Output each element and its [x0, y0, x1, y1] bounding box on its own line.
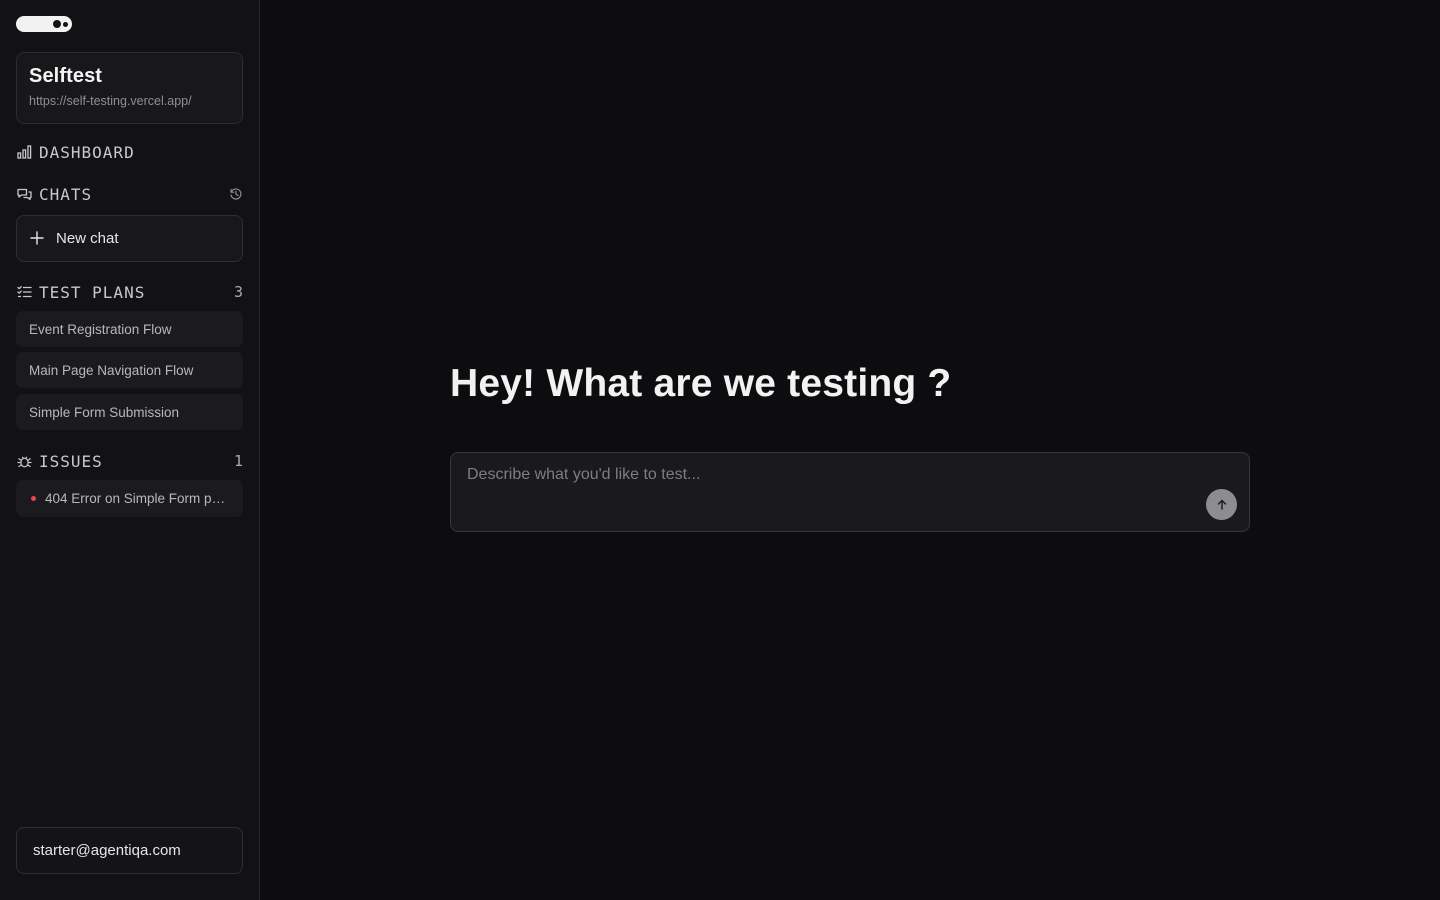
bar-chart-icon	[16, 144, 32, 160]
test-plan-label: Main Page Navigation Flow	[29, 362, 194, 378]
chats-header: CHATS	[16, 183, 243, 205]
project-card[interactable]: Selftest https://self-testing.vercel.app…	[16, 52, 243, 124]
chats-label: CHATS	[39, 184, 93, 204]
chat-bubbles-icon	[16, 186, 32, 202]
test-plan-label: Event Registration Flow	[29, 321, 172, 337]
issues-count: 1	[233, 452, 243, 470]
new-chat-button[interactable]: New chat	[16, 215, 243, 262]
test-plan-label: Simple Form Submission	[29, 404, 180, 420]
logo-dot	[53, 20, 61, 28]
test-plan-item[interactable]: Event Registration Flow	[16, 311, 243, 347]
project-url: https://self-testing.vercel.app/	[29, 94, 192, 108]
account-button[interactable]: starter@agentiqa.com	[16, 827, 243, 874]
dashboard-label: DASHBOARD	[39, 142, 135, 162]
plus-icon	[30, 229, 44, 249]
page-title: Hey! What are we testing ?	[450, 362, 952, 405]
prompt-box	[450, 452, 1250, 532]
logo-ring	[61, 19, 70, 29]
app-root: Selftest https://self-testing.vercel.app…	[0, 0, 1440, 900]
prompt-input[interactable]	[451, 453, 1171, 523]
checklist-icon	[16, 284, 32, 300]
bug-icon	[16, 453, 32, 469]
test-plan-item[interactable]: Main Page Navigation Flow	[16, 352, 243, 388]
arrow-up-icon	[1217, 499, 1227, 510]
issue-label: 404 Error on Simple Form page	[45, 491, 235, 506]
nav-dashboard[interactable]: DASHBOARD	[16, 141, 243, 163]
main-panel: Hey! What are we testing ?	[260, 0, 1440, 900]
test-plan-item[interactable]: Simple Form Submission	[16, 394, 243, 430]
issues-label: ISSUES	[39, 451, 103, 471]
issues-header: ISSUES 1	[16, 450, 243, 472]
account-email: starter@agentiqa.com	[33, 842, 181, 859]
issue-status-dot	[31, 496, 36, 501]
sidebar: Selftest https://self-testing.vercel.app…	[0, 0, 260, 900]
logo[interactable]	[16, 16, 72, 32]
history-icon[interactable]	[229, 187, 243, 201]
send-button[interactable]	[1206, 489, 1237, 520]
project-name: Selftest	[29, 65, 103, 87]
test-plans-count: 3	[233, 283, 243, 301]
new-chat-label: New chat	[56, 230, 119, 247]
test-plans-label: TEST PLANS	[39, 282, 146, 302]
test-plans-header: TEST PLANS 3	[16, 281, 243, 303]
issue-item[interactable]: 404 Error on Simple Form page	[16, 480, 243, 517]
